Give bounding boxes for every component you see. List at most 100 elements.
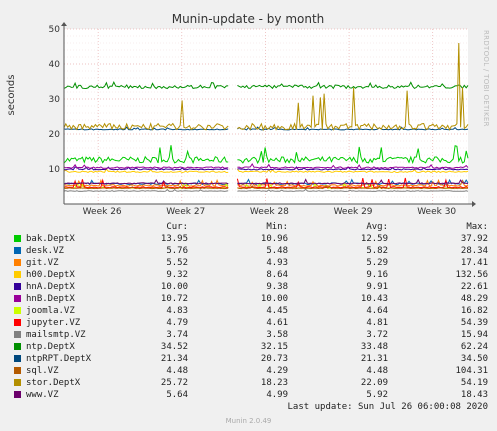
chart-title: Munin-update - by month — [172, 12, 325, 26]
legend-value-max: 18.43 — [460, 390, 488, 400]
last-update: Last update: Sun Jul 26 06:00:08 2020 — [287, 402, 488, 412]
legend-value-max: 16.82 — [460, 306, 488, 316]
legend-value-cur: 34.52 — [160, 342, 188, 352]
legend-value-avg: 4.48 — [366, 366, 388, 376]
legend-series-name: mailsmtp.VZ — [26, 330, 86, 340]
rrdtool-credit: RRDTOOL / TOBI OETIKER — [482, 30, 490, 127]
legend-swatch — [14, 379, 21, 386]
legend-value-cur: 5.52 — [166, 258, 188, 268]
legend-row: desk.VZ 5.76 5.48 5.82 28.34 — [0, 245, 497, 257]
legend-value-cur: 21.34 — [160, 354, 188, 364]
x-tick-label: Week 30 — [417, 207, 456, 215]
legend-row: mailsmtp.VZ 3.74 3.58 3.72 15.94 — [0, 329, 497, 341]
legend-swatch — [14, 355, 21, 362]
legend-header-cur: Cur: — [166, 222, 188, 232]
legend-value-min: 20.73 — [260, 354, 288, 364]
legend-value-avg: 33.48 — [360, 342, 388, 352]
legend-swatch — [14, 367, 21, 374]
legend-series-name: desk.VZ — [26, 246, 64, 256]
legend-value-min: 4.61 — [266, 318, 288, 328]
legend-series-name: h00.DeptX — [26, 270, 75, 280]
legend-row: h00.DeptX 9.32 8.64 9.16 132.56 — [0, 269, 497, 281]
legend-header: Cur: Min: Avg: Max: — [0, 221, 497, 233]
legend-row: www.VZ 5.64 4.99 5.92 18.43 — [0, 389, 497, 401]
legend-value-min: 5.48 — [266, 246, 288, 256]
legend-value-min: 10.96 — [260, 234, 288, 244]
legend-series-name: hnB.DeptX — [26, 294, 75, 304]
legend-value-cur: 4.48 — [166, 366, 188, 376]
legend-value-avg: 9.91 — [366, 282, 388, 292]
legend-swatch — [14, 259, 21, 266]
legend-value-avg: 10.43 — [360, 294, 388, 304]
legend-value-avg: 22.09 — [360, 378, 388, 388]
legend-series-name: git.VZ — [26, 258, 59, 268]
legend-value-max: 132.56 — [455, 270, 488, 280]
legend-value-max: 48.29 — [460, 294, 488, 304]
legend-row: jupyter.VZ 4.79 4.61 4.81 54.39 — [0, 317, 497, 329]
legend-series-name: stor.DeptX — [26, 378, 81, 388]
legend-row: sql.VZ 4.48 4.29 4.48 104.31 — [0, 365, 497, 377]
x-tick-label: Week 29 — [334, 207, 373, 215]
legend-value-avg: 5.82 — [366, 246, 388, 256]
legend-series-name: joomla.VZ — [26, 306, 75, 316]
legend-value-cur: 5.76 — [166, 246, 188, 256]
legend-value-cur: 25.72 — [160, 378, 188, 388]
legend-row: joomla.VZ 4.83 4.45 4.64 16.82 — [0, 305, 497, 317]
legend-value-max: 54.19 — [460, 378, 488, 388]
legend-value-cur: 3.74 — [166, 330, 188, 340]
legend-value-min: 8.64 — [266, 270, 288, 280]
legend-value-cur: 9.32 — [166, 270, 188, 280]
y-tick-label: 20 — [49, 130, 61, 140]
legend-value-avg: 5.92 — [366, 390, 388, 400]
x-axis-arrow — [472, 201, 476, 207]
x-tick-label: Week 27 — [166, 207, 205, 215]
legend-row: bak.DeptX 13.95 10.96 12.59 37.92 — [0, 233, 497, 245]
legend-value-max: 17.41 — [460, 258, 488, 268]
legend-value-min: 4.93 — [266, 258, 288, 268]
y-tick-label: 50 — [49, 25, 61, 35]
legend-value-cur: 10.00 — [160, 282, 188, 292]
y-tick-label: 10 — [49, 165, 61, 175]
legend-series-name: sql.VZ — [26, 366, 59, 376]
legend-swatch — [14, 331, 21, 338]
legend-value-cur: 5.64 — [166, 390, 188, 400]
legend-value-min: 9.38 — [266, 282, 288, 292]
legend-value-max: 28.34 — [460, 246, 488, 256]
legend-series-name: hnA.DeptX — [26, 282, 75, 292]
legend-header-min: Min: — [266, 222, 288, 232]
legend-row: hnB.DeptX 10.72 10.00 10.43 48.29 — [0, 293, 497, 305]
legend-value-min: 18.23 — [260, 378, 288, 388]
legend-series-name: www.VZ — [26, 390, 59, 400]
legend-value-avg: 12.59 — [360, 234, 388, 244]
y-tick-label: 30 — [49, 95, 61, 105]
legend-header-avg: Avg: — [366, 222, 388, 232]
legend-value-avg: 3.72 — [366, 330, 388, 340]
legend-swatch — [14, 319, 21, 326]
legend-row: ntpRPT.DeptX 21.34 20.73 21.31 34.50 — [0, 353, 497, 365]
legend-value-avg: 5.29 — [366, 258, 388, 268]
legend-swatch — [14, 343, 21, 350]
legend-value-cur: 13.95 — [160, 234, 188, 244]
legend-series-name: ntp.DeptX — [26, 342, 75, 352]
legend-value-avg: 21.31 — [360, 354, 388, 364]
legend-value-avg: 9.16 — [366, 270, 388, 280]
legend-swatch — [14, 283, 21, 290]
legend-row: ntp.DeptX 34.52 32.15 33.48 62.24 — [0, 341, 497, 353]
legend-swatch — [14, 391, 21, 398]
legend-value-min: 3.58 — [266, 330, 288, 340]
y-axis-arrow — [61, 22, 67, 26]
legend-value-min: 10.00 — [260, 294, 288, 304]
legend-row: git.VZ 5.52 4.93 5.29 17.41 — [0, 257, 497, 269]
legend-value-cur: 4.79 — [166, 318, 188, 328]
legend-value-cur: 10.72 — [160, 294, 188, 304]
plot-background — [64, 29, 468, 204]
legend-value-max: 37.92 — [460, 234, 488, 244]
legend-row: stor.DeptX 25.72 18.23 22.09 54.19 — [0, 377, 497, 389]
legend-value-min: 4.29 — [266, 366, 288, 376]
y-axis-label: seconds — [6, 75, 17, 116]
munin-version: Munin 2.0.49 — [225, 417, 272, 425]
legend-swatch — [14, 295, 21, 302]
x-tick-label: Week 26 — [83, 207, 122, 215]
legend-value-max: 62.24 — [460, 342, 488, 352]
legend-swatch — [14, 247, 21, 254]
